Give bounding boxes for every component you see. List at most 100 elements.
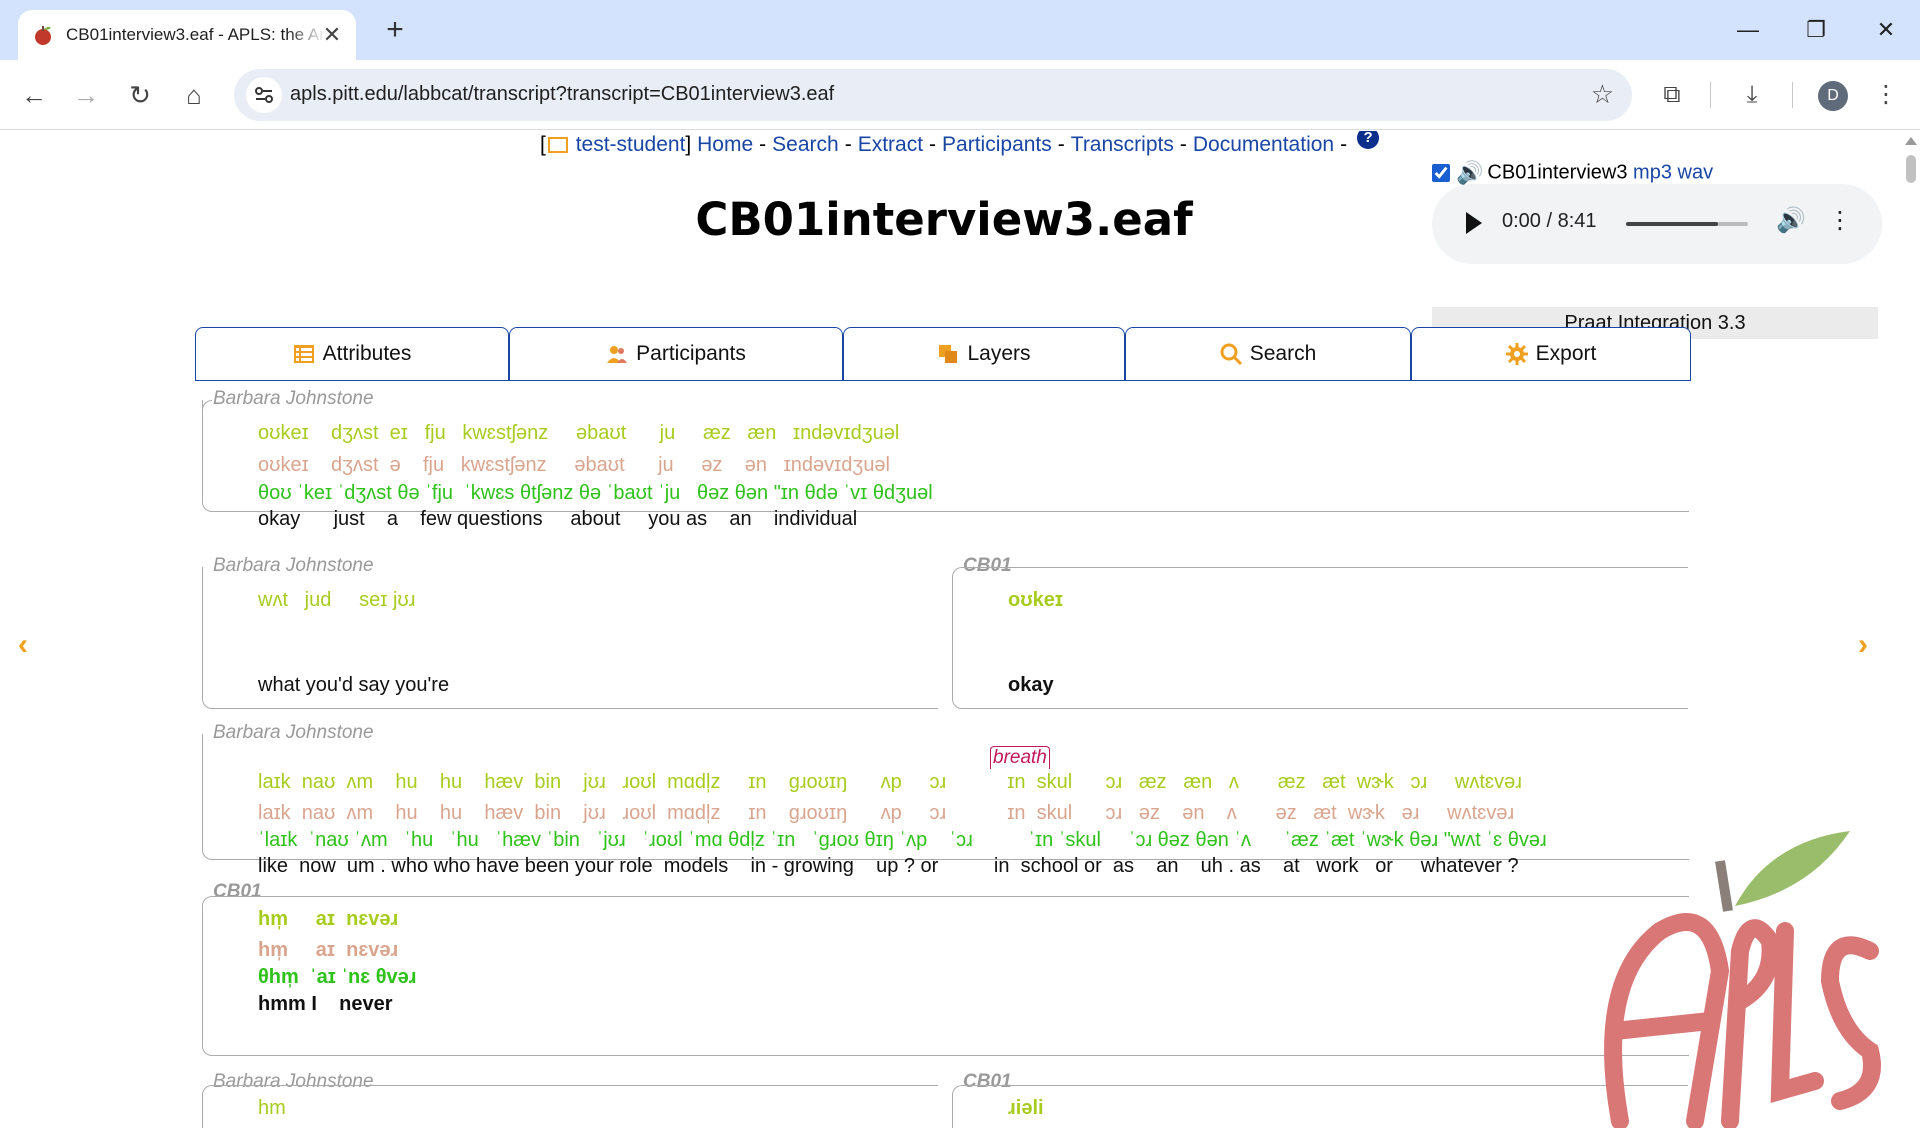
tab-label: Search — [1249, 342, 1317, 365]
menu-separator: - — [1057, 133, 1065, 156]
phonemes-tier[interactable]: oʊkeɪ — [1008, 589, 1063, 612]
apls-apple-logo — [1604, 831, 1881, 1128]
phonemes-tier[interactable]: wʌt jud seɪ jʊɹ — [258, 589, 415, 612]
user-link[interactable]: test-student — [576, 133, 686, 156]
more-options-icon[interactable]: ⋮ — [1828, 206, 1852, 235]
syllables-tier[interactable]: θoʊ ˈkeɪ ˈdʒʌst θə ˈfju ˈkwɛs θtʃənz θə … — [258, 482, 933, 505]
home-icon[interactable]: ⌂ — [174, 75, 214, 115]
play-icon[interactable] — [1466, 212, 1482, 234]
utterance: Barbara Johnstone oʊkeɪ dʒʌst eɪ fju kwɛ… — [202, 386, 1689, 530]
site-info-icon[interactable] — [246, 77, 282, 113]
layers-icon — [939, 345, 958, 363]
syllables-tier[interactable]: ˈlaɪk ˈnaʊ ˈʌm ˈhu ˈhu ˈhæv ˈbin ˈjʊɹ ˈɹ… — [258, 829, 1547, 852]
orthography-tier[interactable]: okay just a few questions about you as a… — [258, 508, 857, 531]
page-scrollbar[interactable] — [1902, 131, 1920, 1128]
tab-label: Export — [1535, 342, 1597, 365]
orthography-tier[interactable]: what you'd say you're — [258, 674, 449, 697]
back-arrow-icon[interactable]: ← — [14, 75, 54, 115]
address-bar[interactable]: apls.pitt.edu/labbcat/transcript?transcr… — [234, 69, 1632, 121]
extensions-icon[interactable]: ⧉ — [1654, 77, 1690, 113]
utterance-border — [202, 1085, 938, 1128]
dictionary-tier[interactable]: oʊkeɪ dʒʌst ə fju kwɛstʃənz əbaʊt ju əz … — [258, 454, 890, 477]
breath-event[interactable]: breath — [990, 746, 1050, 769]
syllables-tier[interactable]: θhm̩ ˈaɪ ˈnɛ θvəɹ — [258, 966, 417, 989]
restore-icon[interactable]: ❐ — [1796, 14, 1836, 46]
minimize-icon[interactable]: — — [1728, 14, 1768, 46]
toolbar-divider — [1710, 82, 1711, 108]
dictionary-tier[interactable]: laɪk naʊ ʌm hu hu hæv bin jʊɹ ɹoʊl mɑdl̩… — [258, 802, 1514, 825]
browser-tab[interactable]: CB01interview3.eaf - APLS: the Archive o… — [18, 10, 356, 60]
media-header: 🔊 CB01interview3 mp3 wav — [1432, 160, 1713, 186]
apple-favicon-icon — [35, 26, 51, 45]
phonemes-tier[interactable]: laɪk naʊ ʌm hu hu hæv bin jʊɹ ɹoʊl mɑdl̩… — [258, 771, 1522, 794]
browser-menu-icon[interactable]: ⋮ — [1868, 77, 1904, 113]
logout-icon[interactable] — [547, 137, 568, 154]
menu-separator: - — [759, 133, 767, 156]
magnifier-icon — [1220, 343, 1242, 365]
dictionary-tier[interactable]: hm̩ aɪ nɛvəɹ — [258, 939, 398, 962]
utterance-border — [202, 896, 1689, 1056]
menu-separator: - — [1179, 133, 1187, 156]
new-tab-button[interactable]: + — [378, 14, 412, 48]
tab-participants[interactable]: Participants — [509, 327, 843, 381]
forward-arrow-icon[interactable]: → — [66, 75, 106, 115]
download-icon[interactable]: ⤓ — [1734, 77, 1770, 113]
profile-avatar[interactable]: D — [1818, 81, 1848, 111]
tab-attributes[interactable]: Attributes — [195, 327, 509, 381]
media-checkbox[interactable] — [1432, 164, 1450, 182]
menu-home-link[interactable]: Home — [697, 133, 753, 156]
url-text: apls.pitt.edu/labbcat/transcript?transcr… — [290, 83, 835, 105]
transcript-tabs: Attributes Participants Layers Search Ex… — [195, 327, 1695, 381]
list-icon — [293, 345, 314, 363]
tab-export[interactable]: Export — [1411, 327, 1691, 381]
utterance: CB01 hm̩ aɪ nɛvəɹ hm̩ aɪ nɛvəɹ θhm̩ ˈaɪ … — [202, 881, 1689, 1056]
utterance: CB01 ɹiəli — [952, 1071, 1688, 1128]
previous-arrow-icon[interactable]: ‹ — [18, 628, 28, 662]
utterance: CB01 oʊkeɪ okay — [952, 553, 1688, 709]
tab-layers[interactable]: Layers — [843, 327, 1125, 381]
bracket: ] — [685, 133, 692, 156]
menu-separator: - — [844, 133, 852, 156]
scroll-up-icon[interactable] — [1905, 137, 1917, 145]
menu-separator: - — [929, 133, 937, 156]
next-arrow-icon[interactable]: › — [1858, 628, 1868, 662]
people-icon — [607, 346, 628, 363]
phonemes-tier[interactable]: hm̩ aɪ nɛvəɹ — [258, 908, 398, 931]
close-tab-icon[interactable]: ✕ — [320, 23, 344, 47]
phonemes-tier[interactable]: oʊkeɪ dʒʌst eɪ fju kwɛstʃənz əbaʊt ju æz… — [258, 422, 899, 445]
orthography-tier[interactable]: like now um . who who have been your rol… — [258, 855, 1519, 878]
page-title: CB01interview3.eaf — [695, 193, 1193, 246]
menu-separator: - — [1340, 133, 1348, 156]
help-icon[interactable]: ? — [1357, 131, 1380, 149]
bracket: [ — [540, 133, 546, 156]
speaker-icon: 🔊 — [1456, 160, 1484, 185]
media-transcript-name: CB01interview3 — [1487, 161, 1628, 184]
tab-label: Layers — [967, 342, 1031, 365]
tab-search[interactable]: Search — [1125, 327, 1411, 381]
menu-documentation-link[interactable]: Documentation — [1193, 133, 1334, 156]
toolbar-divider — [1792, 82, 1793, 108]
menu-transcripts-link[interactable]: Transcripts — [1071, 133, 1174, 156]
tab-title: CB01interview3.eaf - APLS: the Archive o… — [66, 25, 326, 44]
bookmark-star-icon[interactable]: ☆ — [1591, 79, 1614, 110]
scroll-thumb[interactable] — [1906, 155, 1916, 183]
utterance: Barbara Johnstone wʌt jud seɪ jʊɹ what y… — [202, 553, 938, 709]
browser-tab-strip: CB01interview3.eaf - APLS: the Archive o… — [0, 0, 1920, 60]
menu-participants-link[interactable]: Participants — [942, 133, 1052, 156]
orthography-tier[interactable]: okay — [1008, 674, 1054, 697]
phonemes-tier[interactable]: hm — [258, 1097, 286, 1120]
page-content: [ test-student] Home - Search - Extract - Part… — [0, 131, 1920, 1128]
phonemes-tier[interactable]: ɹiəli — [1008, 1097, 1044, 1120]
audio-volume-fill — [1626, 222, 1718, 226]
mp3-link[interactable]: mp3 — [1633, 161, 1672, 183]
wav-link[interactable]: wav — [1678, 161, 1714, 183]
reload-icon[interactable]: ↻ — [120, 75, 160, 115]
gear-icon — [1505, 343, 1528, 365]
menu-extract-link[interactable]: Extract — [858, 133, 923, 156]
volume-icon[interactable]: 🔊 — [1776, 206, 1806, 235]
menu-search-link[interactable]: Search — [772, 133, 839, 156]
close-window-icon[interactable]: ✕ — [1866, 14, 1906, 46]
orthography-tier[interactable]: hmm I never — [258, 993, 393, 1016]
audio-volume-slider[interactable] — [1626, 222, 1748, 226]
utterance-border — [952, 1085, 1688, 1128]
